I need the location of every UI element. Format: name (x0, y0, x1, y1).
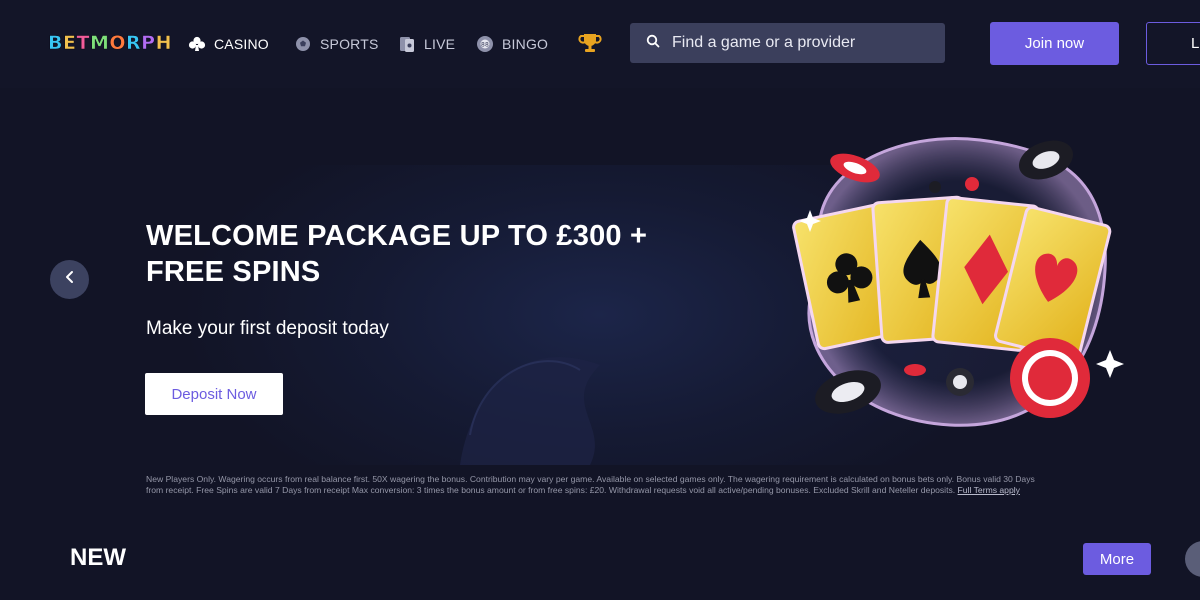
nav-label-casino: CASINO (214, 36, 269, 52)
carousel-prev-button[interactable] (50, 260, 89, 299)
nav-item-casino[interactable]: CASINO (188, 33, 269, 55)
bonus-terms-text: New Players Only. Wagering occurs from r… (146, 474, 1200, 496)
join-now-button[interactable]: Join now (990, 22, 1119, 65)
more-button[interactable]: More (1083, 543, 1151, 575)
nav-item-live[interactable]: LIVE (398, 33, 455, 55)
playing-cards-and-chips-illustration (780, 130, 1130, 440)
trophy-icon[interactable] (578, 31, 602, 60)
hero-title: WELCOME PACKAGE UP TO £300 + FREE SPINS (146, 218, 686, 290)
new-section-heading: NEW (70, 544, 126, 571)
logo-letter: T (76, 32, 90, 55)
full-terms-link[interactable]: Full Terms apply (958, 485, 1020, 495)
terms-line-1: New Players Only. Wagering occurs from r… (146, 474, 1035, 484)
logo-letter: R (126, 32, 142, 55)
soccer-ball-icon (294, 35, 312, 53)
nav-label-sports: SPORTS (320, 36, 379, 52)
live-cards-icon (398, 35, 416, 53)
search-icon (646, 34, 660, 53)
top-navigation-bar: BETMORPH CASINO SPORTS LIVE 88 BINGO Fin… (0, 0, 1200, 88)
terms-line-2: from receipt. Free Spins are valid 7 Day… (146, 485, 1200, 496)
search-placeholder: Find a game or a provider (672, 34, 856, 51)
login-button[interactable]: Lo (1146, 22, 1200, 65)
hero-subtitle: Make your first deposit today (146, 318, 389, 339)
betmorph-logo[interactable]: BETMORPH (48, 32, 172, 55)
clubs-icon (188, 35, 206, 53)
logo-letter: M (89, 32, 110, 55)
carousel-next-button[interactable] (1185, 541, 1200, 577)
nav-item-bingo[interactable]: 88 BINGO (476, 33, 548, 55)
chevron-left-icon (65, 270, 75, 289)
search-input[interactable]: Find a game or a provider (630, 23, 945, 63)
bingo-ball-icon: 88 (476, 35, 494, 53)
hero-title-line-1: WELCOME PACKAGE UP TO £300 + (146, 220, 648, 252)
nav-label-bingo: BINGO (502, 36, 549, 52)
logo-letter: B (48, 32, 63, 55)
deposit-now-button[interactable]: Deposit Now (145, 373, 283, 415)
logo-letter: E (62, 32, 77, 55)
logo-letter: O (109, 32, 127, 55)
svg-text:88: 88 (481, 41, 489, 48)
logo-letter: P (141, 32, 156, 55)
logo-letter: H (155, 32, 172, 55)
nav-label-live: LIVE (424, 36, 456, 52)
terms-line-2-text: from receipt. Free Spins are valid 7 Day… (146, 485, 956, 495)
hero-title-line-2: FREE SPINS (146, 256, 321, 288)
nav-item-sports[interactable]: SPORTS (294, 33, 379, 55)
